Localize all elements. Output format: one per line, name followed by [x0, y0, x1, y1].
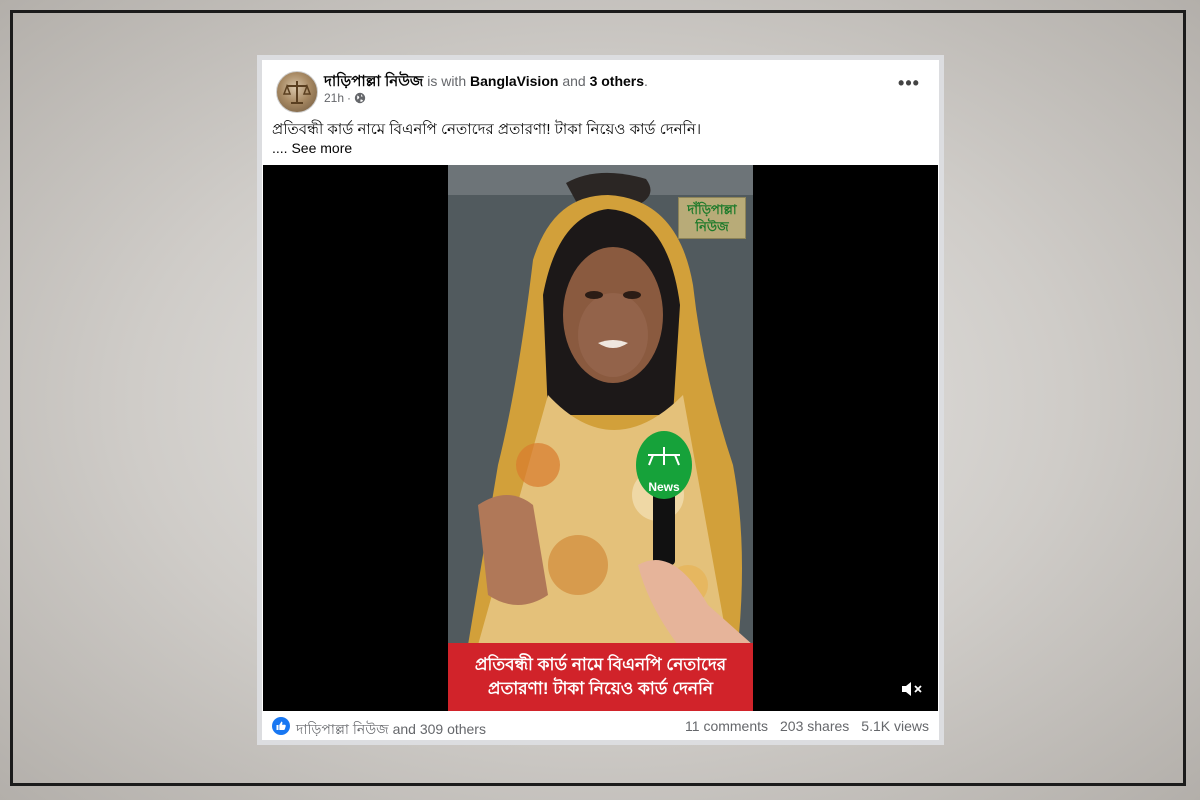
comments-count[interactable]: 11 comments	[685, 718, 768, 734]
like-icon[interactable]	[272, 717, 290, 735]
subtitle-line-2: প্রতারণা! টাকা নিয়েও কার্ড দেননি	[487, 679, 714, 698]
see-more-link[interactable]: See more	[291, 140, 352, 156]
watermark-line-1: দাঁড়িপাল্লা	[687, 202, 737, 217]
page-name-link[interactable]: দাড়িপাল্লা নিউজ	[324, 73, 423, 90]
mic-label: News	[648, 480, 680, 494]
subtitle-line-1: প্রতিবন্ধী কার্ড নামে বিএনপি নেতাদের	[474, 655, 727, 674]
channel-watermark: দাঁড়িপাল্লা নিউজ	[678, 197, 746, 239]
speaker-muted-icon[interactable]	[900, 679, 924, 699]
video-frame: News দাঁড়িপাল্লা নিউজ প্রতিবন্ধী কার্ড …	[448, 165, 753, 711]
post-attribution: দাড়িপাল্লা নিউজ is with BanglaVision an…	[324, 70, 648, 95]
facebook-post: দাড়িপাল্লা নিউজ is with BanglaVision an…	[257, 55, 944, 745]
separator-dot: ·	[347, 91, 352, 105]
video-player[interactable]: News দাঁড়িপাল্লা নিউজ প্রতিবন্ধী কার্ড …	[263, 165, 938, 711]
post-subline: 21h ·	[324, 91, 366, 105]
video-still-image: News	[448, 165, 753, 711]
tagged-page-link[interactable]: BanglaVision	[470, 73, 558, 89]
period-text: .	[644, 73, 648, 89]
page-avatar[interactable]	[276, 71, 318, 113]
and-text: and	[562, 73, 586, 89]
ellipsis-text: ....	[272, 140, 288, 156]
see-more-row: .... See more	[272, 140, 352, 156]
engagement-stats: 11 comments 203 shares 5.1K views	[685, 718, 929, 734]
video-subtitle-banner: প্রতিবন্ধী কার্ড নামে বিএনপি নেতাদের প্র…	[448, 643, 753, 711]
post-header: দাড়িপাল্লা নিউজ is with BanglaVision an…	[272, 68, 929, 113]
views-count: 5.1K views	[861, 718, 929, 734]
with-text: is with	[427, 73, 467, 89]
shares-count[interactable]: 203 shares	[780, 718, 849, 734]
more-options-icon: •••	[898, 73, 920, 93]
post-time-link[interactable]: 21h	[324, 91, 344, 105]
more-options-button[interactable]: •••	[893, 74, 925, 98]
watermark-line-2: নিউজ	[695, 219, 729, 234]
scales-logo-icon	[282, 81, 312, 104]
globe-icon	[354, 92, 366, 104]
others-link[interactable]: 3 others	[590, 73, 644, 89]
reactions-summary[interactable]: দাড়িপাল্লা নিউজ and 309 others	[296, 718, 486, 742]
post-footer: দাড়িপাল্লা নিউজ and 309 others 11 comme…	[272, 715, 929, 739]
